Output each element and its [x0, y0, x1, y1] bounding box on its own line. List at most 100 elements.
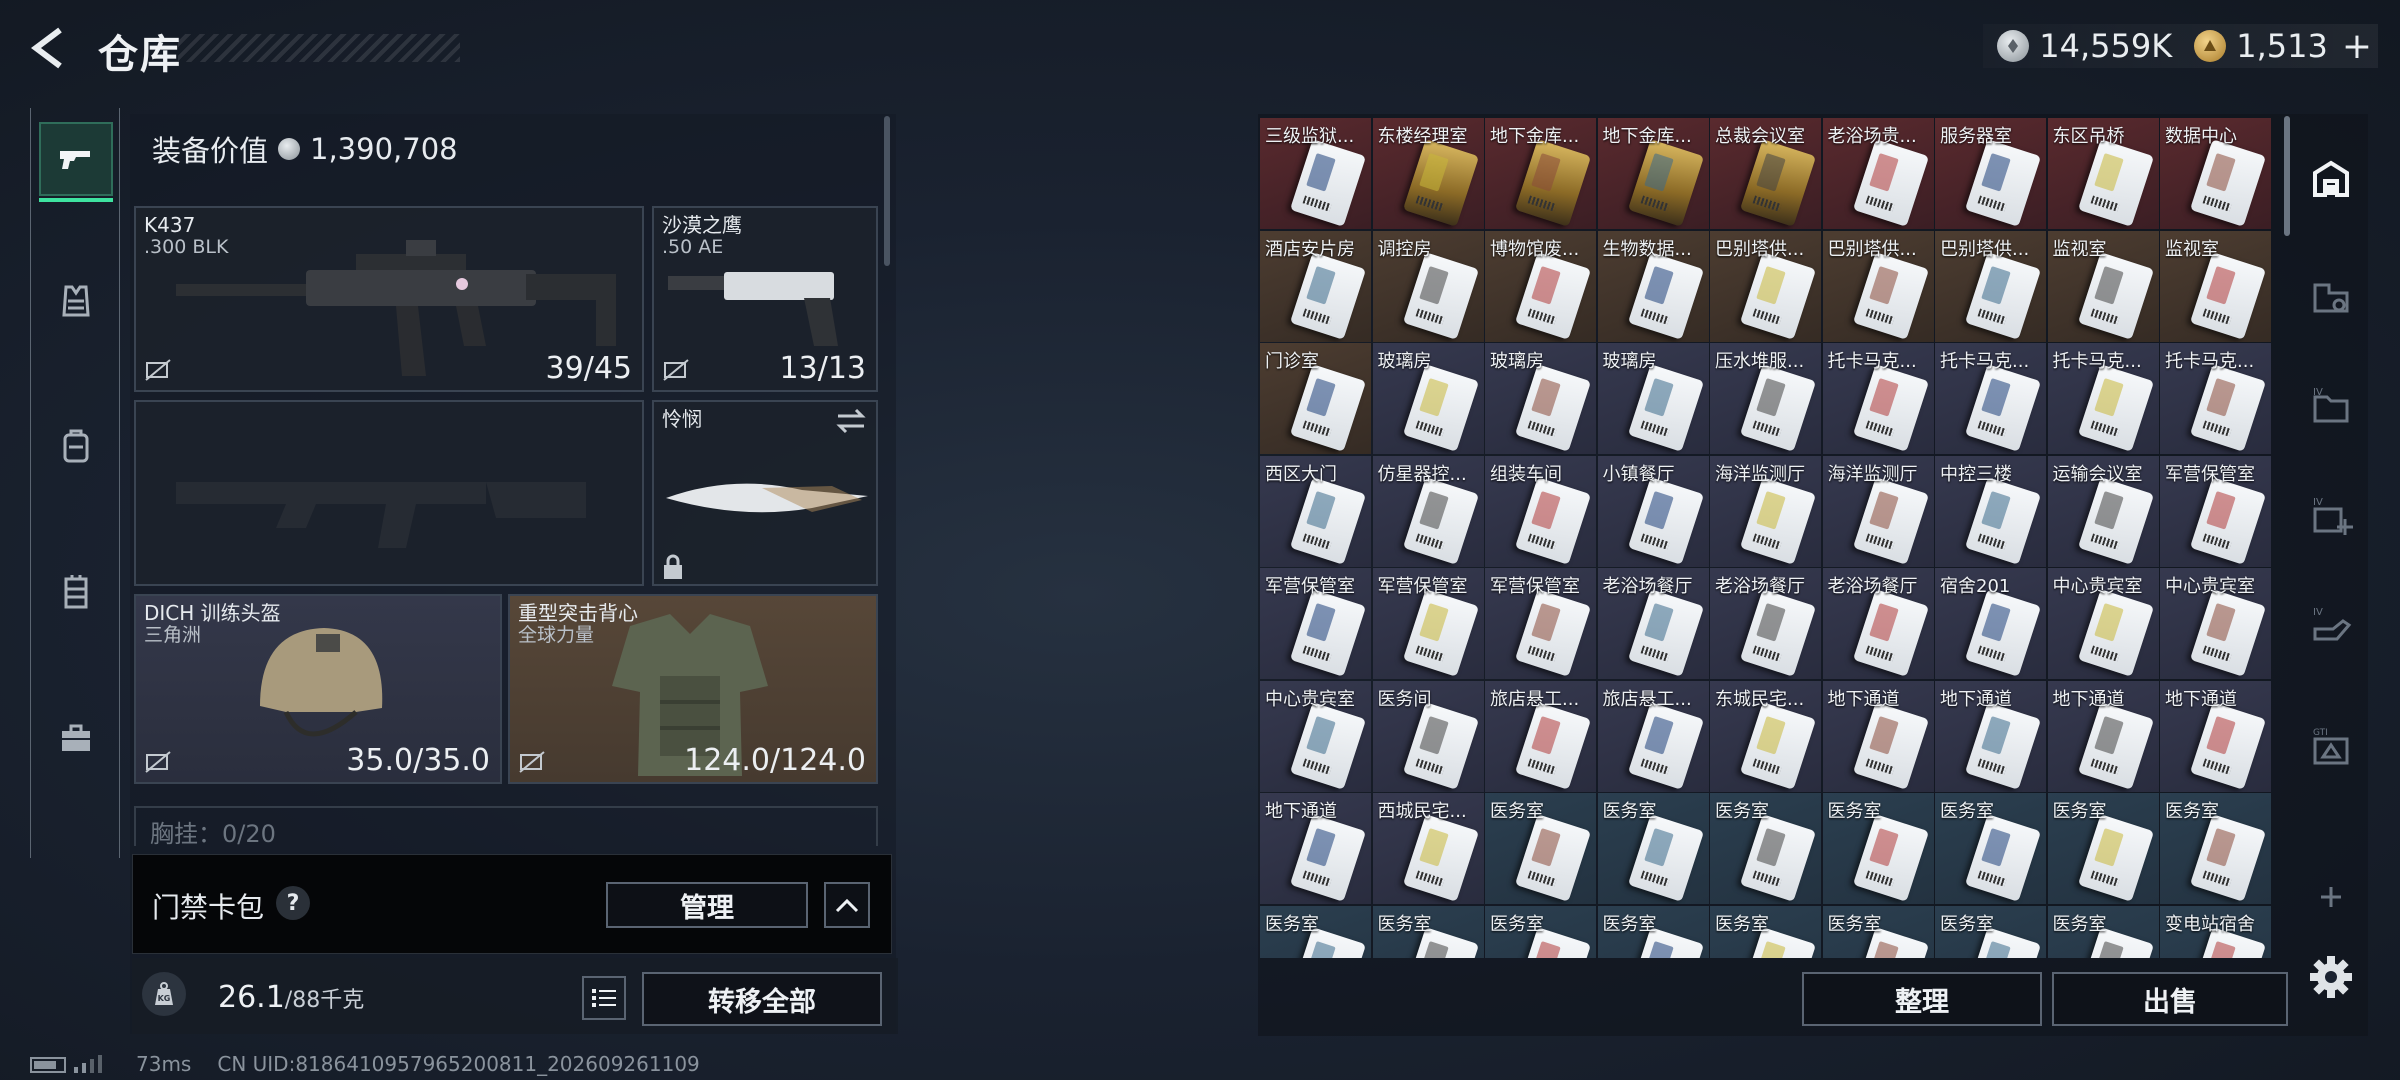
- storage-cell[interactable]: 地下金库...: [1485, 118, 1596, 229]
- rail-rig[interactable]: [39, 554, 113, 628]
- storage-cell[interactable]: 中控三楼: [1935, 455, 2046, 567]
- manage-button[interactable]: 管理: [606, 882, 808, 928]
- storage-cell[interactable]: 军营保管室: [1485, 568, 1596, 679]
- storage-cell[interactable]: 旅店悬工...: [1597, 680, 1709, 792]
- keycard-help-button[interactable]: ?: [276, 886, 310, 920]
- equipment-scrollbar[interactable]: [884, 116, 890, 266]
- storage-cell[interactable]: 旅店悬工...: [1485, 680, 1596, 792]
- rail-weapons[interactable]: [39, 122, 113, 202]
- storage-cell[interactable]: 医务室: [2047, 905, 2159, 958]
- storage-cell[interactable]: 医务室: [1935, 793, 2046, 904]
- sell-button[interactable]: 出售: [2052, 972, 2288, 1026]
- sidearm-slot[interactable]: 沙漠之鹰 .50 AE 13/13: [652, 206, 878, 392]
- storage-cell[interactable]: 医务室: [1260, 905, 1371, 958]
- storage-cell[interactable]: 组装车间: [1485, 455, 1596, 567]
- storage-cell[interactable]: 巴别塔供...: [1822, 230, 1934, 342]
- gear-icon[interactable]: [2306, 952, 2356, 1002]
- storage-cell[interactable]: 西城民宅...: [1372, 793, 1484, 904]
- storage-cell[interactable]: 托卡马克...: [1822, 343, 1934, 454]
- storage-cell[interactable]: 总裁会议室: [1710, 118, 1821, 229]
- storage-cell[interactable]: 医务室: [1597, 793, 1709, 904]
- storage-tab-4[interactable]: IV: [2304, 490, 2358, 544]
- melee-slot[interactable]: 怜悯: [652, 400, 878, 586]
- storage-cell[interactable]: 地下通道: [1260, 793, 1371, 904]
- storage-cell[interactable]: 中心贵宾室: [2047, 568, 2159, 679]
- rail-toolbox[interactable]: [39, 700, 113, 774]
- storage-cell[interactable]: 三级监狱...: [1260, 118, 1371, 229]
- storage-cell[interactable]: 中心贵宾室: [1260, 680, 1371, 792]
- storage-cell[interactable]: 医务室: [1485, 793, 1596, 904]
- storage-cell[interactable]: 老浴场餐厅: [1822, 568, 1934, 679]
- storage-cell[interactable]: 西区大门: [1260, 455, 1371, 567]
- storage-cell[interactable]: 地下通道: [2160, 680, 2271, 792]
- storage-add-tab[interactable]: [2304, 870, 2358, 924]
- storage-cell[interactable]: 托卡马克...: [2047, 343, 2159, 454]
- storage-cell[interactable]: 巴别塔供...: [1710, 230, 1821, 342]
- storage-cell[interactable]: 海洋监测厅: [1822, 455, 1934, 567]
- storage-cell[interactable]: 医务室: [2047, 793, 2159, 904]
- storage-cell[interactable]: 监视室: [2047, 230, 2159, 342]
- storage-cell[interactable]: 地下金库...: [1597, 118, 1709, 229]
- transfer-all-button[interactable]: 转移全部: [642, 972, 882, 1026]
- storage-cell[interactable]: 东区吊桥: [2047, 118, 2159, 229]
- storage-cell[interactable]: 压水堆服...: [1710, 343, 1821, 454]
- storage-cell[interactable]: 地下通道: [1935, 680, 2046, 792]
- storage-tab-2[interactable]: [2304, 270, 2358, 324]
- rail-backpack[interactable]: [39, 408, 113, 482]
- storage-cell[interactable]: 巴别塔供...: [1935, 230, 2046, 342]
- storage-cell[interactable]: 调控房: [1372, 230, 1484, 342]
- storage-cell[interactable]: 中心贵宾室: [2160, 568, 2271, 679]
- storage-cell[interactable]: 东楼经理室: [1372, 118, 1484, 229]
- storage-tab-3[interactable]: IV: [2304, 380, 2358, 434]
- storage-cell[interactable]: 运输会议室: [2047, 455, 2159, 567]
- storage-cell[interactable]: 玻璃房: [1485, 343, 1596, 454]
- storage-cell[interactable]: 酒店安片房: [1260, 230, 1371, 342]
- primary-weapon-slot[interactable]: K437 .300 BLK 39/45: [134, 206, 644, 392]
- storage-scrollbar[interactable]: [2284, 116, 2290, 236]
- storage-cell[interactable]: 宿舍201: [1935, 568, 2046, 679]
- storage-tab-6[interactable]: GTI: [2304, 720, 2358, 774]
- storage-cell[interactable]: 博物馆废...: [1485, 230, 1596, 342]
- swap-icon[interactable]: [834, 408, 868, 434]
- storage-cell[interactable]: 医务室: [1372, 905, 1484, 958]
- storage-cell[interactable]: 东城民宅...: [1710, 680, 1821, 792]
- armor-slot[interactable]: 重型突击背心 全球力量 124.0/124.0: [508, 594, 878, 784]
- storage-cell[interactable]: 医务室: [1485, 905, 1596, 958]
- storage-cell[interactable]: 医务间: [1372, 680, 1484, 792]
- storage-cell[interactable]: 医务室: [1822, 905, 1934, 958]
- storage-tab-5[interactable]: IV: [2304, 600, 2358, 654]
- collapse-button[interactable]: [824, 882, 870, 928]
- storage-cell[interactable]: 老浴场贵...: [1822, 118, 1934, 229]
- list-view-button[interactable]: [582, 976, 626, 1020]
- storage-cell[interactable]: 医务室: [1597, 905, 1709, 958]
- sort-button[interactable]: 整理: [1802, 972, 2042, 1026]
- rail-armor[interactable]: [39, 264, 113, 338]
- storage-cell[interactable]: 生物数据...: [1597, 230, 1709, 342]
- storage-cell[interactable]: 服务器室: [1935, 118, 2046, 229]
- storage-cell[interactable]: 仿星器控...: [1372, 455, 1484, 567]
- storage-cell[interactable]: 托卡马克...: [2160, 343, 2271, 454]
- secondary-weapon-slot-empty[interactable]: [134, 400, 644, 586]
- storage-cell[interactable]: 医务室: [1822, 793, 1934, 904]
- storage-cell[interactable]: 海洋监测厅: [1710, 455, 1821, 567]
- storage-cell[interactable]: 医务室: [1710, 793, 1821, 904]
- storage-cell[interactable]: 地下通道: [1822, 680, 1934, 792]
- storage-cell[interactable]: 托卡马克...: [1935, 343, 2046, 454]
- storage-cell[interactable]: 门诊室: [1260, 343, 1371, 454]
- storage-cell[interactable]: 玻璃房: [1597, 343, 1709, 454]
- storage-cell[interactable]: 玻璃房: [1372, 343, 1484, 454]
- storage-cell[interactable]: 地下通道: [2047, 680, 2159, 792]
- helmet-slot[interactable]: DICH 训练头盔 三角洲 35.0/35.0: [134, 594, 502, 784]
- storage-cell[interactable]: 军营保管室: [1372, 568, 1484, 679]
- add-currency-button[interactable]: +: [2342, 26, 2372, 67]
- storage-cell[interactable]: 小镇餐厅: [1597, 455, 1709, 567]
- storage-cell[interactable]: 老浴场餐厅: [1597, 568, 1709, 679]
- storage-tab-home[interactable]: [2304, 152, 2358, 206]
- storage-cell[interactable]: 医务室: [2160, 793, 2271, 904]
- storage-cell[interactable]: 监视室: [2160, 230, 2271, 342]
- storage-cell[interactable]: 医务室: [1935, 905, 2046, 958]
- storage-cell[interactable]: 军营保管室: [2160, 455, 2271, 567]
- storage-cell[interactable]: 变电站宿舍: [2160, 905, 2271, 958]
- storage-cell[interactable]: 老浴场餐厅: [1710, 568, 1821, 679]
- storage-cell[interactable]: 医务室: [1710, 905, 1821, 958]
